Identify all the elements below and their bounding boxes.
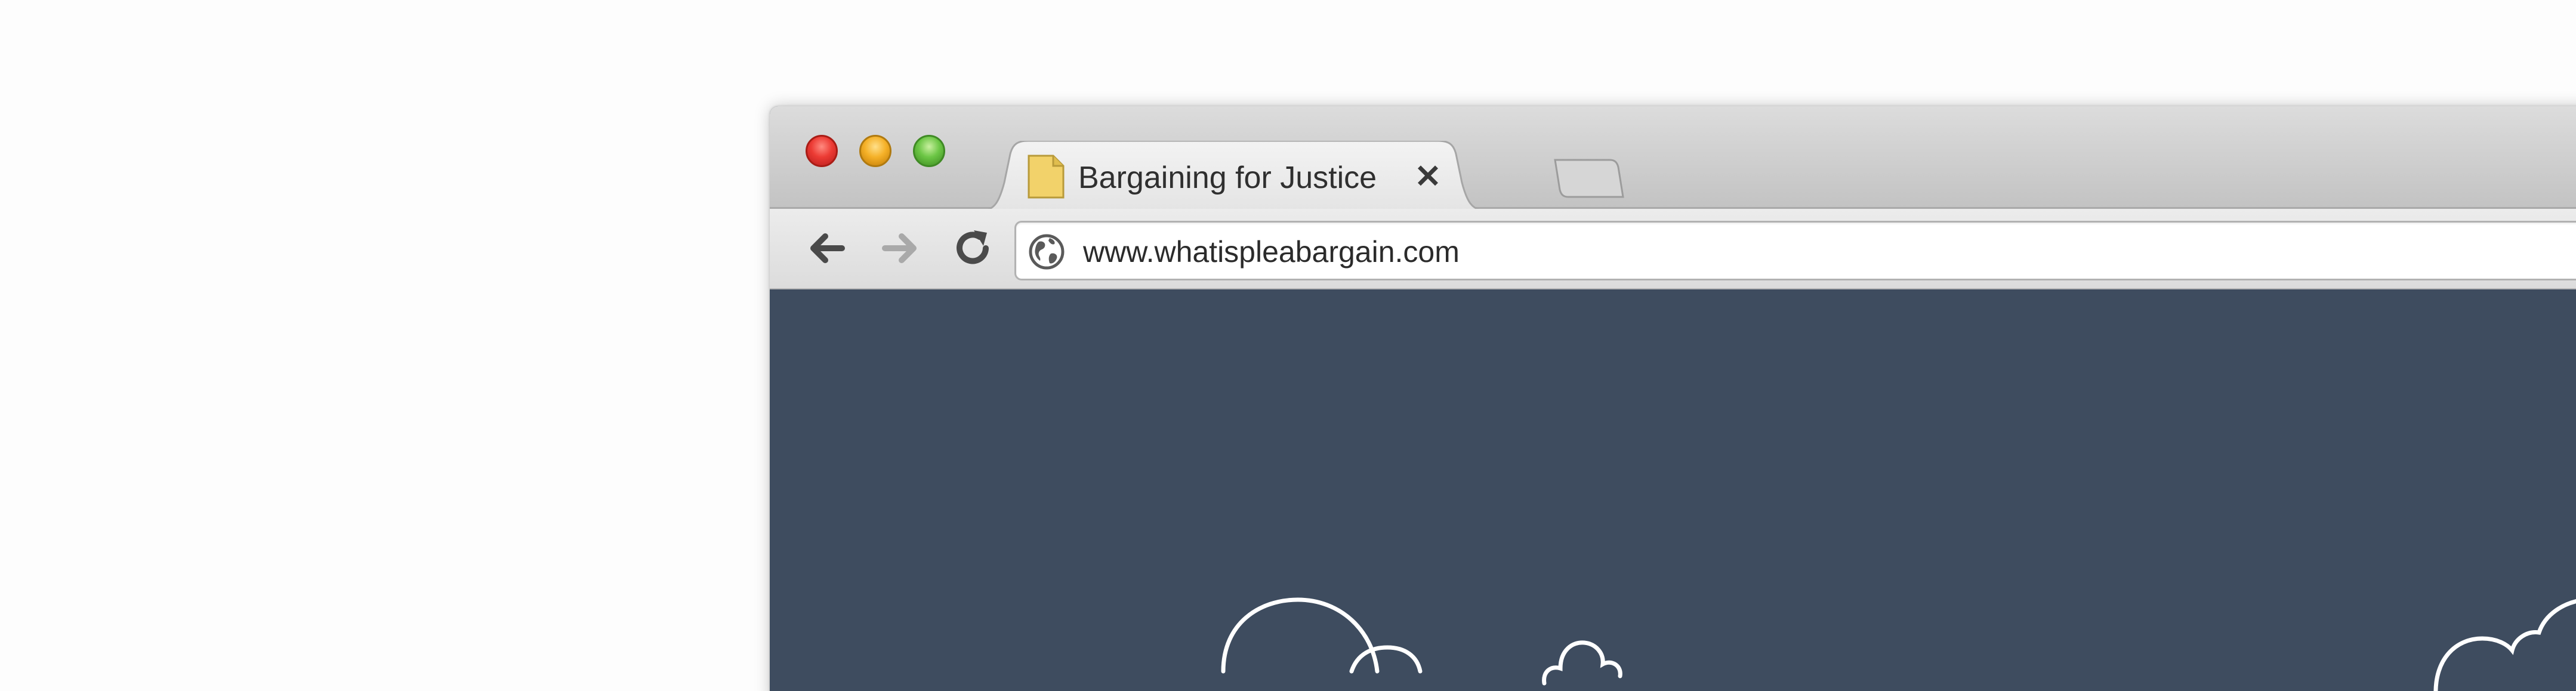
reload-icon[interactable]	[949, 224, 997, 272]
new-tab-button[interactable]	[1551, 158, 1626, 200]
cloud-right	[2433, 599, 2576, 691]
screen: Bargaining for Justice ✕ www.whatispleab…	[0, 0, 2576, 691]
cloud-left-large	[1221, 597, 1380, 674]
tab-close-icon[interactable]: ✕	[1411, 160, 1445, 193]
cloud-illustration	[1221, 597, 2576, 691]
cloud-small	[1542, 640, 1622, 686]
globe-icon	[1029, 234, 1065, 270]
address-bar[interactable]: www.whatispleabargain.com	[1014, 221, 2576, 280]
window-minimize-button[interactable]	[859, 135, 891, 167]
tab-active[interactable]: Bargaining for Justice ✕	[982, 141, 1486, 211]
tab-title: Bargaining for Justice	[1078, 161, 1377, 195]
arrow-left-icon[interactable]	[804, 224, 852, 272]
tab-strip: Bargaining for Justice ✕	[770, 106, 2576, 211]
cloud-left-medium	[1349, 645, 1423, 674]
document-icon	[1028, 155, 1065, 199]
arrow-right-icon[interactable]	[875, 224, 923, 272]
toolbar: www.whatispleabargain.com	[770, 209, 2576, 289]
page-content	[770, 289, 2576, 691]
browser-window: Bargaining for Justice ✕ www.whatispleab…	[770, 106, 2576, 691]
window-maximize-button[interactable]	[913, 135, 945, 167]
url-text: www.whatispleabargain.com	[1083, 235, 1460, 269]
window-close-button[interactable]	[806, 135, 838, 167]
